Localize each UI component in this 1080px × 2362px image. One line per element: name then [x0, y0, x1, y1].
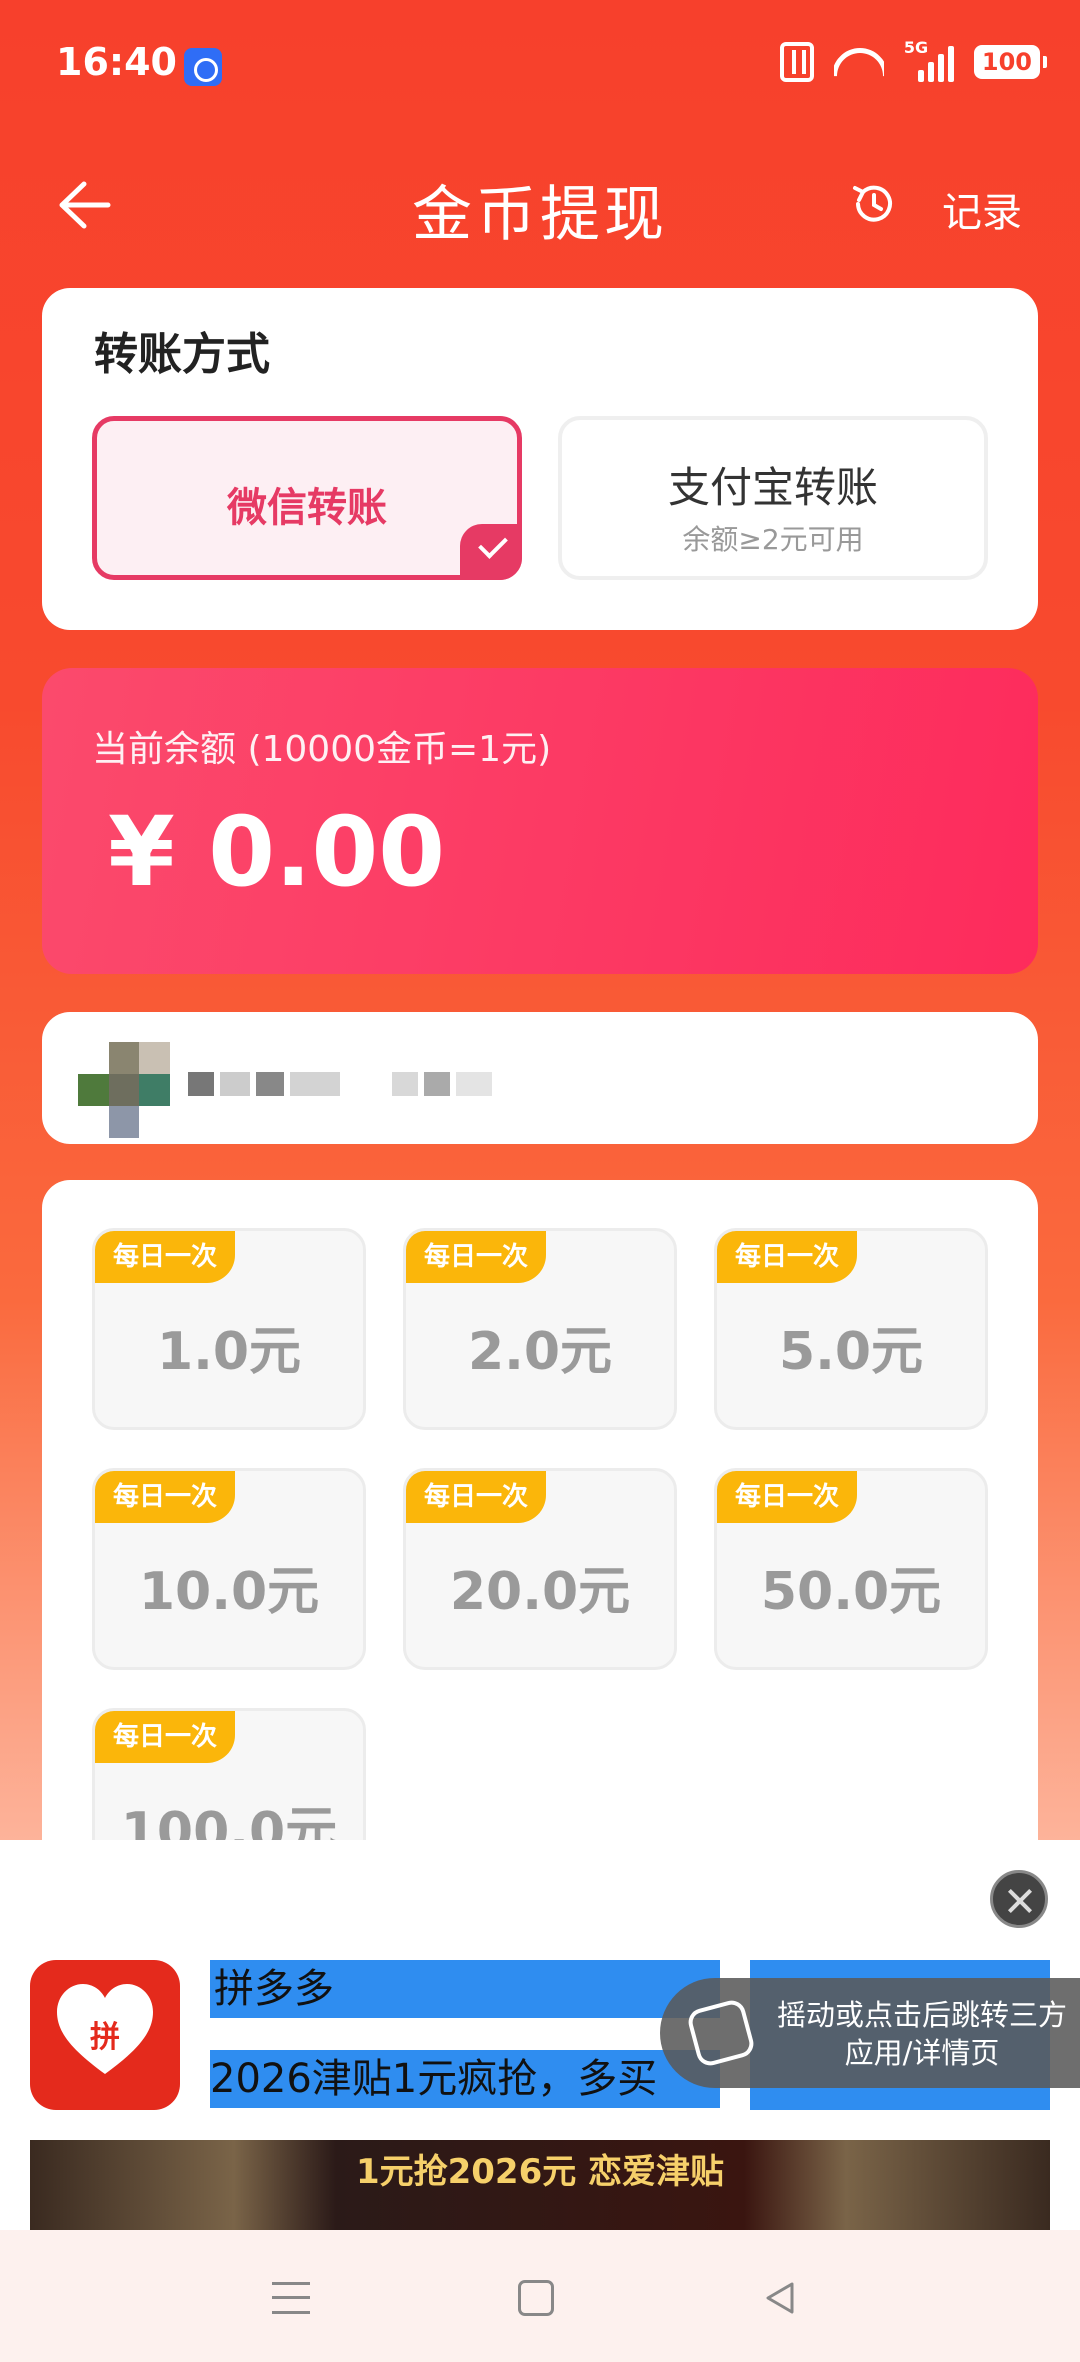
battery-indicator: 100 — [973, 45, 1048, 79]
daily-limit-badge: 每日一次 — [95, 1471, 235, 1523]
amount-option[interactable]: 每日一次 10.0元 — [92, 1468, 366, 1670]
shake-hint-text: 摇动或点击后跳转三方应用/详情页 — [776, 1998, 1067, 2070]
method-sublabel: 余额≥2元可用 — [682, 523, 864, 556]
amount-value: 1.0元 — [156, 1322, 302, 1382]
alipay-transfer-option[interactable]: 支付宝转账 余额≥2元可用 — [558, 416, 988, 580]
ad-panel[interactable]: 拼 拼多多 2026津贴1元疯抢，多买 摇动或点击后跳转三方应用/详情页 1元抢… — [0, 1840, 1080, 2230]
back-triangle-icon[interactable] — [762, 2280, 798, 2316]
ad-description[interactable]: 2026津贴1元疯抢，多买 — [210, 2050, 720, 2108]
daily-limit-badge: 每日一次 — [717, 1471, 857, 1523]
withdraw-amount-card: 每日一次 1.0元 每日一次 2.0元 每日一次 5.0元 每日一次 10.0元… — [42, 1180, 1038, 1910]
ad-banner-text: 1元抢2026元 恋爱津贴 — [355, 2152, 725, 2192]
daily-limit-badge: 每日一次 — [717, 1231, 857, 1283]
method-label: 微信转账 — [227, 485, 387, 531]
system-nav-bar — [0, 2230, 1080, 2362]
app-notification-icon — [184, 48, 222, 86]
recent-apps-icon[interactable] — [272, 2282, 310, 2314]
balance-value: ¥ 0.00 — [108, 796, 446, 908]
header-nav: 金币提现 记录 — [0, 150, 1080, 260]
amount-option[interactable]: 每日一次 5.0元 — [714, 1228, 988, 1430]
ad-app-logo[interactable]: 拼 — [30, 1960, 180, 2110]
home-icon[interactable] — [518, 2280, 554, 2316]
status-indicators: 5G 100 — [779, 38, 1048, 82]
amount-option[interactable]: 每日一次 2.0元 — [403, 1228, 677, 1430]
status-bar: 16:40 5G 100 — [0, 0, 1080, 130]
nfc-icon — [779, 42, 814, 82]
amount-option[interactable]: 每日一次 20.0元 — [403, 1468, 677, 1670]
amount-value: 50.0元 — [760, 1562, 942, 1622]
amount-option[interactable]: 每日一次 50.0元 — [714, 1468, 988, 1670]
shake-phone-icon — [685, 1997, 757, 2069]
daily-limit-badge: 每日一次 — [406, 1231, 546, 1283]
daily-limit-badge: 每日一次 — [95, 1711, 235, 1763]
amount-value: 5.0元 — [778, 1322, 924, 1382]
amount-value: 2.0元 — [467, 1322, 613, 1382]
transfer-method-card: 转账方式 微信转账 支付宝转账 余额≥2元可用 — [42, 288, 1038, 630]
account-name-blurred — [188, 1072, 492, 1096]
ad-banner-image[interactable]: 1元抢2026元 恋爱津贴 — [30, 2140, 1050, 2230]
shake-hint[interactable]: 摇动或点击后跳转三方应用/详情页 — [660, 1978, 1080, 2088]
balance-label: 当前余额 (10000金币=1元) — [92, 729, 552, 770]
avatar — [78, 1042, 170, 1138]
daily-limit-badge: 每日一次 — [406, 1471, 546, 1523]
status-time: 16:40 — [56, 40, 177, 84]
record-link[interactable]: 记录 — [942, 180, 1022, 238]
daily-limit-badge: 每日一次 — [95, 1231, 235, 1283]
network-type: 5G — [903, 38, 929, 57]
wechat-transfer-option[interactable]: 微信转账 — [92, 416, 522, 580]
amount-value: 20.0元 — [449, 1562, 631, 1622]
wifi-icon — [834, 42, 884, 82]
balance-card: 当前余额 (10000金币=1元) ¥ 0.00 — [42, 668, 1038, 974]
ad-logo-text: 拼 — [90, 2020, 120, 2055]
check-icon — [460, 524, 522, 580]
amount-value: 10.0元 — [138, 1562, 320, 1622]
cellular-signal-icon: 5G — [904, 38, 954, 82]
history-icon[interactable] — [850, 180, 898, 228]
section-title: 转账方式 — [94, 329, 270, 380]
amount-option[interactable]: 每日一次 1.0元 — [92, 1228, 366, 1430]
page-title: 金币提现 — [412, 180, 668, 250]
method-label: 支付宝转账 — [667, 463, 878, 512]
account-card[interactable] — [42, 1012, 1038, 1144]
ad-close-icon[interactable] — [990, 1870, 1048, 1928]
ad-app-name[interactable]: 拼多多 — [210, 1960, 720, 2018]
